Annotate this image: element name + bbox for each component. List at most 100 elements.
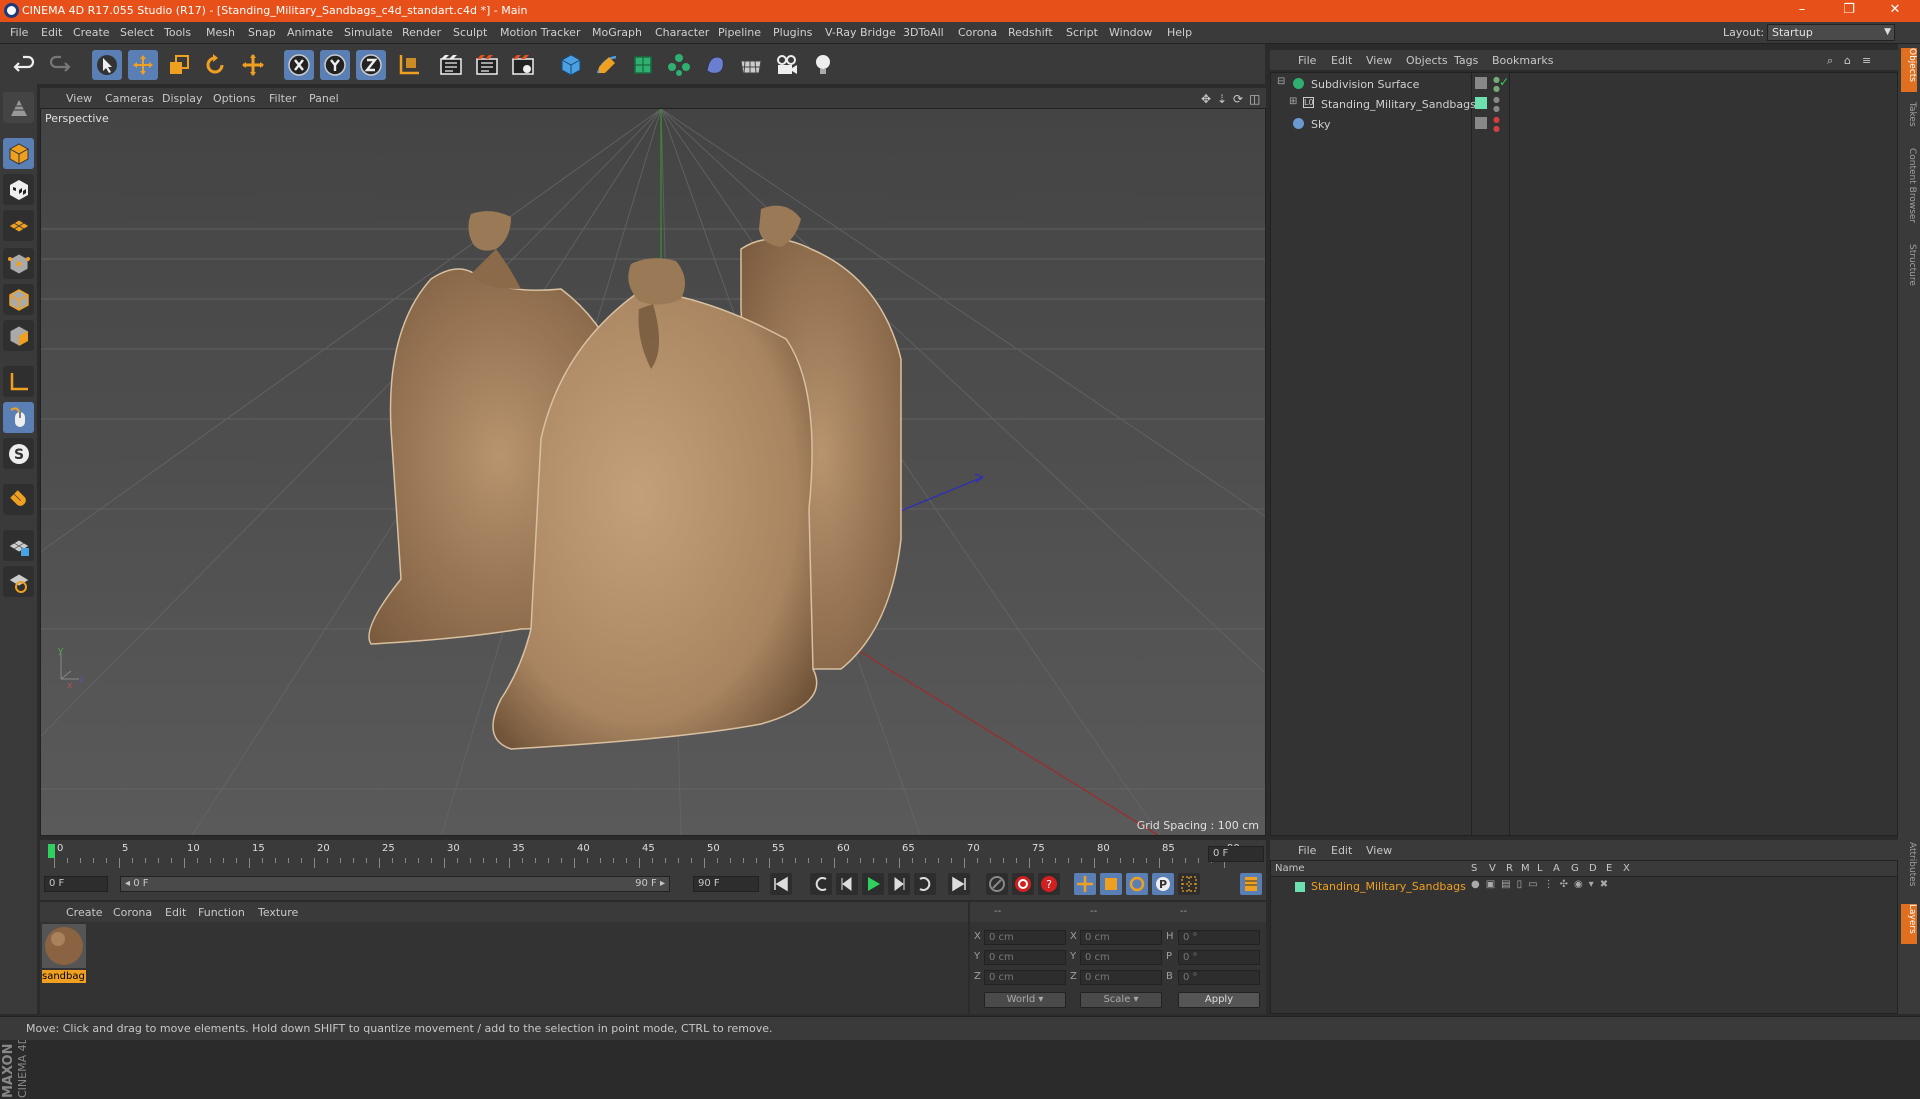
start-frame-field[interactable]: 0 F [44, 876, 108, 892]
layer-color-icon[interactable] [1295, 882, 1305, 892]
cube-icon[interactable] [556, 50, 586, 80]
coord-size-mode-select[interactable]: Scale ▾ [1080, 992, 1162, 1008]
menu-3dtoall[interactable]: 3DToAll [903, 26, 944, 39]
dolly-view-icon[interactable]: ⇣ [1217, 92, 1227, 106]
tab-content-browser[interactable]: Content Browser [1901, 148, 1917, 234]
menu-file[interactable]: File [10, 26, 28, 39]
menu-window[interactable]: Window [1109, 26, 1152, 39]
object-row-subdivision[interactable]: ⊟ Subdivision Surface ● ● ✓ [1273, 75, 1895, 93]
menu-tools[interactable]: Tools [164, 26, 191, 39]
key-parameter-icon[interactable]: P [1152, 873, 1174, 895]
range-slider[interactable]: ◂ 0 F 90 F ▸ [120, 876, 670, 892]
close-button[interactable]: ✕ [1880, 2, 1910, 20]
layer-col-view[interactable]: V [1489, 863, 1496, 874]
end-frame-field[interactable]: 90 F [693, 876, 759, 892]
pan-view-icon[interactable]: ✥ [1201, 92, 1211, 106]
solo-icon[interactable]: S [3, 438, 34, 469]
menu-animate[interactable]: Animate [287, 26, 333, 39]
key-rotation-icon[interactable] [1126, 873, 1148, 895]
layer-tag-icon[interactable] [1475, 77, 1487, 89]
layer-col-locked[interactable]: L [1537, 863, 1543, 874]
maximize-view-icon[interactable]: ◫ [1249, 92, 1260, 106]
key-scale-icon[interactable] [1100, 873, 1122, 895]
go-to-start-icon[interactable] [770, 873, 792, 895]
floor-icon[interactable] [736, 50, 766, 80]
z-axis-icon[interactable] [356, 50, 386, 80]
tab-attributes[interactable]: Attributes [1901, 842, 1917, 898]
axis-mode-icon[interactable] [3, 366, 34, 397]
edges-mode-icon[interactable] [3, 284, 34, 315]
texture-mode-icon[interactable] [3, 174, 34, 205]
material-name[interactable]: sandbag [42, 970, 86, 983]
rotate-icon[interactable] [200, 50, 230, 80]
object-row-sandbags[interactable]: ⊞ L0 Standing_Military_Sandbags ● ● [1273, 95, 1895, 113]
previous-keyframe-icon[interactable] [810, 873, 832, 895]
layer-menu-view[interactable]: View [1366, 844, 1392, 857]
menu-help[interactable]: Help [1167, 26, 1192, 39]
layer-name[interactable]: Standing_Military_Sandbags [1311, 880, 1466, 893]
menu-edit[interactable]: Edit [41, 26, 62, 39]
key-pla-icon[interactable] [1178, 873, 1200, 895]
mat-menu-corona[interactable]: Corona [113, 906, 152, 919]
object-name[interactable]: Sky [1311, 118, 1330, 131]
move-icon[interactable] [128, 50, 158, 80]
coord-size-field[interactable]: 0 cm [1080, 930, 1162, 945]
layer-col-solo[interactable]: S [1471, 863, 1477, 874]
apply-button[interactable]: Apply [1178, 992, 1260, 1008]
checkmark-icon[interactable]: ✓ [1499, 75, 1509, 89]
mat-menu-create[interactable]: Create [66, 906, 103, 919]
viewport-3d[interactable]: y z x Perspective Grid Spacing : 100 cm [40, 108, 1266, 836]
select-arrow-icon[interactable] [92, 50, 122, 80]
next-frame-icon[interactable] [888, 873, 910, 895]
key-position-icon[interactable] [1074, 873, 1096, 895]
vp-menu-filter[interactable]: Filter [269, 92, 296, 105]
coord-size-field[interactable]: 0 cm [1080, 950, 1162, 965]
options-icon[interactable]: ≡ [1862, 54, 1871, 67]
tab-takes[interactable]: Takes [1901, 102, 1917, 136]
collapse-icon[interactable]: ⊟ [1277, 76, 1285, 87]
make-editable-icon[interactable] [3, 92, 34, 123]
obj-menu-tags[interactable]: Tags [1454, 54, 1478, 67]
workplane-icon[interactable] [3, 210, 34, 241]
playhead[interactable] [48, 844, 55, 858]
timeline-window-icon[interactable] [1240, 873, 1262, 895]
coord-rotation-field[interactable]: 0 ° [1178, 970, 1260, 985]
coord-rotation-field[interactable]: 0 ° [1178, 950, 1260, 965]
menu-mesh[interactable]: Mesh [206, 26, 235, 39]
obj-menu-file[interactable]: File [1298, 54, 1316, 67]
vp-menu-view[interactable]: View [66, 92, 92, 105]
tab-objects[interactable]: Objects [1901, 48, 1917, 92]
vp-menu-options[interactable]: Options [213, 92, 255, 105]
x-axis-icon[interactable] [284, 50, 314, 80]
menu-render[interactable]: Render [402, 26, 441, 39]
layer-toggles-icon[interactable]: ●▣▤▯▭⋮✣◉▾✖ [1471, 879, 1614, 890]
menu-script[interactable]: Script [1066, 26, 1098, 39]
coord-rotation-field[interactable]: 0 ° [1178, 930, 1260, 945]
menu-redshift[interactable]: Redshift [1008, 26, 1053, 39]
array-icon[interactable] [664, 50, 694, 80]
coord-position-field[interactable]: 0 cm [984, 950, 1066, 965]
subdivision-icon[interactable] [628, 50, 658, 80]
vp-menu-display[interactable]: Display [162, 92, 203, 105]
visibility-dots-icon[interactable]: ● ● [1493, 115, 1500, 133]
layer-menu-edit[interactable]: Edit [1331, 844, 1352, 857]
coord-mode-select[interactable]: World ▾ [984, 992, 1066, 1008]
menu-sculpt[interactable]: Sculpt [453, 26, 487, 39]
layer-col-manager[interactable]: M [1521, 863, 1530, 874]
menu-mograph[interactable]: MoGraph [592, 26, 642, 39]
mat-menu-function[interactable]: Function [198, 906, 245, 919]
menu-vray-bridge[interactable]: V-Ray Bridge [825, 26, 896, 39]
obj-menu-bookmarks[interactable]: Bookmarks [1492, 54, 1553, 67]
snap-magnet-icon[interactable] [3, 484, 34, 515]
menu-simulate[interactable]: Simulate [344, 26, 393, 39]
layout-select[interactable]: Startup ▼ [1767, 24, 1895, 41]
coord-size-field[interactable]: 0 cm [1080, 970, 1162, 985]
record-icon[interactable] [1012, 873, 1034, 895]
world-coord-icon[interactable] [394, 50, 424, 80]
menu-select[interactable]: Select [120, 26, 154, 39]
menu-create[interactable]: Create [73, 26, 110, 39]
scale-icon[interactable] [164, 50, 194, 80]
maximize-button[interactable]: ❐ [1834, 2, 1864, 20]
search-icon[interactable]: ⌕ [1827, 54, 1833, 68]
minimize-button[interactable]: – [1787, 2, 1817, 20]
